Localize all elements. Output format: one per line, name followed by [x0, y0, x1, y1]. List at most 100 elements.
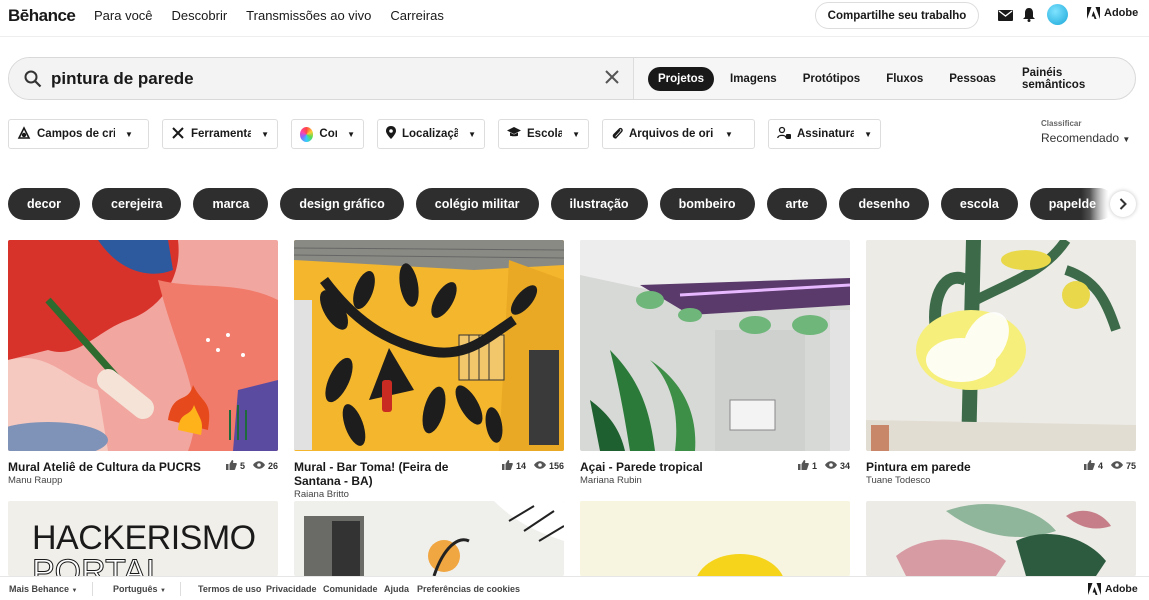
nav-transmissoes[interactable]: Transmissões ao vivo	[246, 8, 371, 23]
chevron-down-icon: ▼	[1122, 135, 1131, 144]
filter-assinaturas[interactable]: Assinaturas ▼	[768, 119, 881, 149]
project-card[interactable]	[294, 501, 564, 576]
footer-adobe-link[interactable]: Adobe	[1088, 583, 1138, 595]
nav-carreiras[interactable]: Carreiras	[390, 8, 443, 23]
project-title[interactable]: Açai - Parede tropical	[580, 460, 780, 474]
project-card[interactable]	[580, 501, 850, 576]
tab-imagens[interactable]: Imagens	[720, 67, 787, 91]
tag-chip[interactable]: desenho	[839, 188, 929, 220]
creative-fields-icon	[17, 125, 31, 143]
tab-fluxos[interactable]: Fluxos	[876, 67, 933, 91]
sort-label: Classificar	[1041, 119, 1082, 128]
search-input[interactable]	[51, 67, 591, 91]
footer-link-label: Português	[113, 584, 158, 594]
footer: Mais Behance ▼ Português ▼ Termos de uso…	[0, 576, 1149, 600]
tag-chip[interactable]: colégio militar	[415, 188, 539, 220]
chevron-down-icon: ▼	[261, 129, 269, 139]
filter-localizacao[interactable]: Localização ▼	[377, 119, 485, 149]
filter-campos-criativos[interactable]: Campos de cri ▼	[8, 119, 149, 149]
project-title[interactable]: Pintura em parede	[866, 460, 1066, 474]
tab-pessoas[interactable]: Pessoas	[939, 67, 1006, 91]
project-author[interactable]: Raiana Britto	[294, 489, 564, 500]
project-thumbnail[interactable]	[8, 240, 278, 451]
tags-next-button[interactable]	[1090, 188, 1136, 220]
project-thumbnail[interactable]	[866, 501, 1136, 576]
project-meta: Mural - Bar Toma! (Feira de Santana - BA…	[294, 460, 564, 500]
share-work-button[interactable]: Compartilhe seu trabalho	[815, 2, 979, 29]
eye-icon	[533, 461, 546, 471]
sort-value-text: Recomendado	[1041, 131, 1120, 145]
views-count: 34	[839, 461, 850, 471]
likes-count: 14	[515, 461, 526, 471]
filter-escolas[interactable]: Escolas ▼	[498, 119, 589, 149]
bell-icon[interactable]	[1022, 7, 1036, 22]
project-thumbnail[interactable]: HACKERISMO PORTAL	[8, 501, 278, 576]
project-thumbnail[interactable]	[294, 240, 564, 451]
tag-chip[interactable]: bombeiro	[659, 188, 755, 220]
chevron-down-icon: ▼	[347, 129, 355, 139]
eye-icon	[1110, 461, 1123, 471]
filter-label: Arquivos de ori	[629, 128, 714, 140]
views-count: 156	[548, 461, 564, 471]
footer-community[interactable]: Comunidade	[323, 584, 378, 594]
tag-chip[interactable]: decor	[8, 188, 81, 220]
mail-icon[interactable]	[997, 8, 1013, 22]
footer-cookie-preferences[interactable]: Preferências de cookies	[417, 584, 520, 594]
tab-projetos[interactable]: Projetos	[648, 67, 715, 91]
filter-ferramentas[interactable]: Ferramentas ▼	[162, 119, 278, 149]
footer-language[interactable]: Português ▼	[113, 584, 166, 594]
chevron-down-icon: ▼	[125, 129, 133, 139]
user-avatar[interactable]	[1047, 4, 1068, 25]
project-card[interactable]: HACKERISMO PORTAL	[8, 501, 278, 576]
adobe-link[interactable]: Adobe	[1087, 7, 1138, 19]
nav-descobrir[interactable]: Descobrir	[172, 8, 228, 23]
project-card[interactable]: Mural Ateliê de Cultura da PUCRS Manu Ra…	[8, 240, 278, 500]
project-stats: 14 156	[501, 460, 564, 472]
project-card[interactable]	[866, 501, 1136, 576]
sort-dropdown[interactable]: Classificar Recomendado ▼	[1041, 119, 1130, 145]
tab-prototipos[interactable]: Protótipos	[793, 67, 871, 91]
likes-count: 1	[811, 461, 817, 471]
project-thumbnail[interactable]	[294, 501, 564, 576]
project-card[interactable]: Açai - Parede tropical Mariana Rubin 1 3…	[580, 240, 850, 500]
thumbs-up-icon	[1083, 460, 1095, 472]
behance-logo[interactable]: Bēhance	[8, 6, 76, 26]
chevron-down-icon: ▼	[160, 588, 166, 594]
project-title[interactable]: Mural Ateliê de Cultura da PUCRS	[8, 460, 208, 474]
related-tags: decor cerejeira marca design gráfico col…	[8, 188, 1136, 221]
footer-terms[interactable]: Termos de uso	[198, 584, 261, 594]
tag-chip[interactable]: arte	[766, 188, 828, 220]
tag-chip[interactable]: cerejeira	[92, 188, 182, 220]
clear-search-icon[interactable]	[605, 70, 619, 89]
project-title[interactable]: Mural - Bar Toma! (Feira de Santana - BA…	[294, 460, 494, 488]
footer-mais-behance[interactable]: Mais Behance ▼	[9, 584, 78, 594]
likes-stat: 14	[501, 460, 526, 472]
project-author[interactable]: Manu Raupp	[8, 475, 278, 486]
chevron-down-icon: ▼	[468, 129, 476, 139]
filter-label: Ferramentas	[191, 128, 251, 140]
tab-paineis-semanticos[interactable]: Painéis semânticos	[1012, 67, 1129, 91]
project-card[interactable]: Pintura em parede Tuane Todesco 4 75	[866, 240, 1136, 500]
project-author[interactable]: Tuane Todesco	[866, 475, 1136, 486]
footer-privacy[interactable]: Privacidade	[266, 584, 317, 594]
project-card[interactable]: Mural - Bar Toma! (Feira de Santana - BA…	[294, 240, 564, 500]
tag-chip[interactable]: design gráfico	[280, 188, 404, 220]
filter-arquivos-origem[interactable]: Arquivos de ori ▼	[602, 119, 755, 149]
footer-help[interactable]: Ajuda	[384, 584, 409, 594]
filter-cor[interactable]: Cor ▼	[291, 119, 364, 149]
filter-bar: Campos de cri ▼ Ferramentas ▼ Cor ▼ Loca…	[8, 119, 881, 149]
nav-para-voce[interactable]: Para você	[94, 8, 153, 23]
tag-chip[interactable]: ilustração	[550, 188, 648, 220]
project-thumbnail[interactable]	[580, 240, 850, 451]
project-thumbnail[interactable]	[866, 240, 1136, 451]
search-icon	[24, 70, 42, 93]
project-author[interactable]: Mariana Rubin	[580, 475, 850, 486]
filter-label: Localização	[402, 128, 458, 140]
color-wheel-icon	[300, 126, 314, 142]
likes-stat: 4	[1083, 460, 1103, 472]
thumbnail-text: PORTAL	[32, 553, 166, 577]
tag-chip[interactable]: marca	[193, 188, 269, 220]
adobe-logo-icon	[1087, 7, 1100, 19]
tag-chip[interactable]: escola	[940, 188, 1018, 220]
project-thumbnail[interactable]	[580, 501, 850, 576]
